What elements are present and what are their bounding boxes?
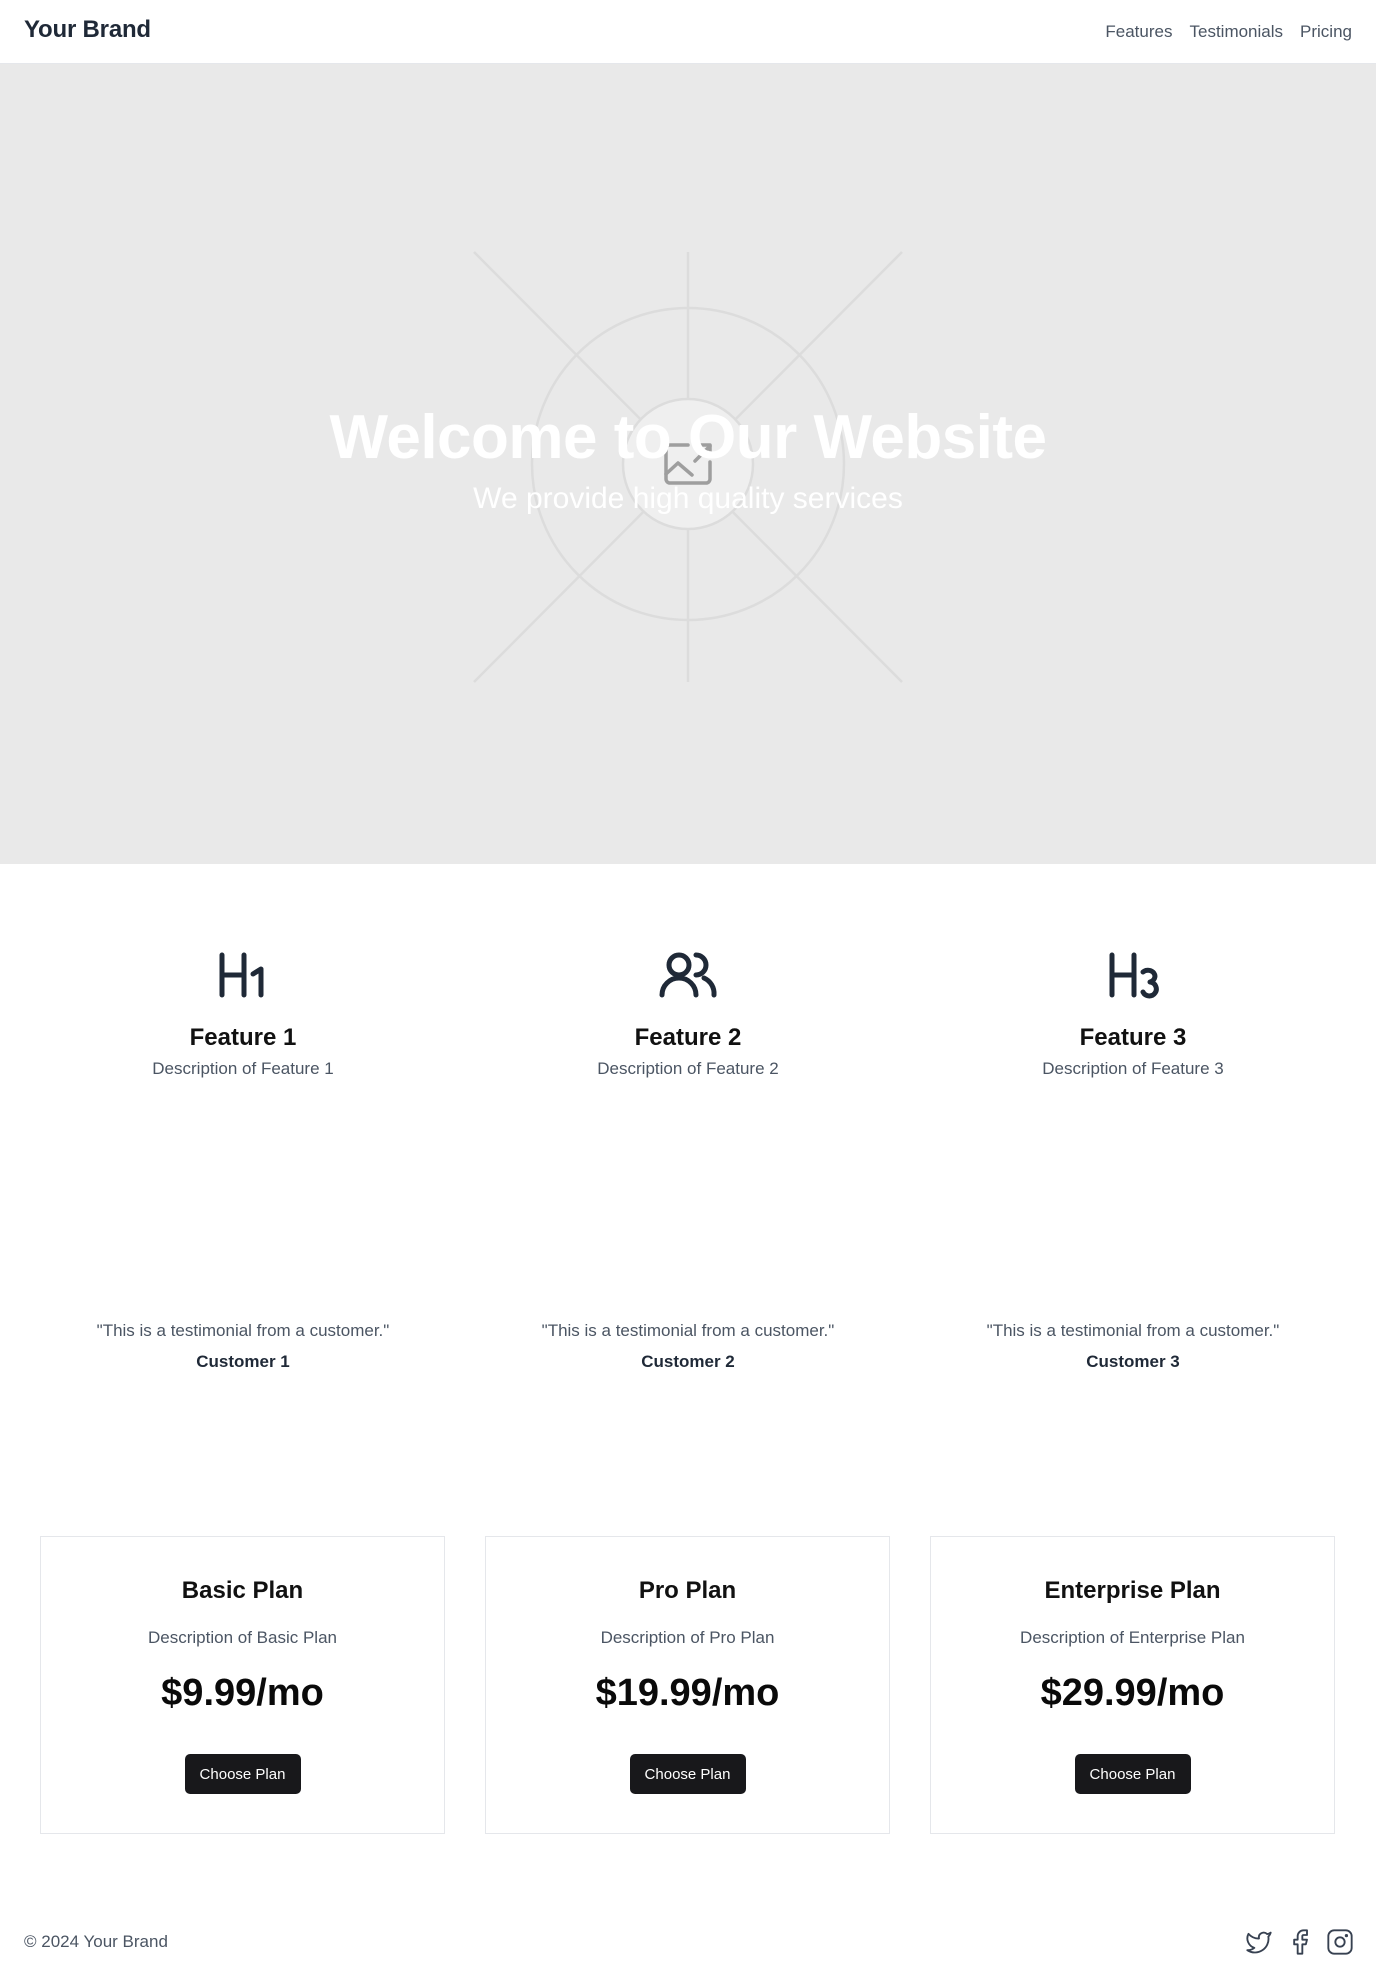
footer-copyright: © 2024 Your Brand [24,1932,168,1951]
hero-section: Welcome to Our Website We provide high q… [0,64,1376,864]
nav-link-pricing[interactable]: Pricing [1300,22,1352,42]
plan-title: Enterprise Plan [1044,1577,1221,1604]
choose-plan-button[interactable]: Choose Plan [629,1754,746,1794]
feature-title: Feature 1 [189,1024,297,1051]
plan-title: Pro Plan [638,1577,737,1604]
testimonial-customer: Customer 2 [641,1352,735,1371]
plan-price: $9.99/mo [161,1672,324,1714]
feature-description: Description of Feature 3 [1042,1059,1224,1078]
nav-link-features[interactable]: Features [1105,22,1172,42]
plan-description: Description of Basic Plan [148,1628,337,1647]
brand-logo[interactable]: Your Brand [24,16,151,44]
pricing-card-basic: Basic Plan Description of Basic Plan $9.… [40,1536,445,1834]
feature-description: Description of Feature 1 [152,1059,334,1078]
pricing-card-pro: Pro Plan Description of Pro Plan $19.99/… [485,1536,890,1834]
feature-card-2: Feature 2 Description of Feature 2 [488,950,888,1079]
hero-subtitle: We provide high quality services [473,482,903,515]
testimonial-quote: "This is a testimonial from a customer." [986,1321,1280,1340]
testimonial-customer: Customer 1 [196,1352,290,1371]
choose-plan-button[interactable]: Choose Plan [1074,1754,1191,1794]
feature-card-3: Feature 3 Description of Feature 3 [933,950,1333,1079]
plan-title: Basic Plan [181,1577,304,1604]
main-nav: Features Testimonials Pricing [1105,22,1352,42]
plan-description: Description of Enterprise Plan [1020,1628,1245,1647]
choose-plan-button[interactable]: Choose Plan [184,1754,301,1794]
testimonial-card-2: "This is a testimonial from a customer."… [478,1321,898,1372]
instagram-icon[interactable] [1326,1928,1354,1956]
pricing-card-enterprise: Enterprise Plan Description of Enterpris… [930,1536,1335,1834]
feature-title: Feature 3 [1079,1024,1187,1051]
testimonial-card-3: "This is a testimonial from a customer."… [923,1321,1343,1372]
testimonial-quote: "This is a testimonial from a customer." [541,1321,835,1340]
feature-card-1: Feature 1 Description of Feature 1 [43,950,443,1079]
users-icon [659,952,717,998]
facebook-icon[interactable] [1286,1928,1314,1956]
hero-title: Welcome to Our Website [329,403,1047,472]
plan-price: $19.99/mo [595,1672,780,1714]
heading-1-icon [219,952,264,998]
plan-price: $29.99/mo [1040,1672,1225,1714]
plan-description: Description of Pro Plan [600,1628,775,1647]
twitter-icon[interactable] [1245,1928,1273,1956]
testimonial-customer: Customer 3 [1086,1352,1180,1371]
heading-3-icon [1109,952,1159,999]
testimonial-quote: "This is a testimonial from a customer." [96,1321,390,1340]
nav-link-testimonials[interactable]: Testimonials [1189,22,1283,42]
feature-title: Feature 2 [634,1024,742,1051]
site-header: Your Brand Features Testimonials Pricing [0,0,1376,64]
feature-description: Description of Feature 2 [597,1059,779,1078]
testimonial-card-1: "This is a testimonial from a customer."… [33,1321,453,1372]
